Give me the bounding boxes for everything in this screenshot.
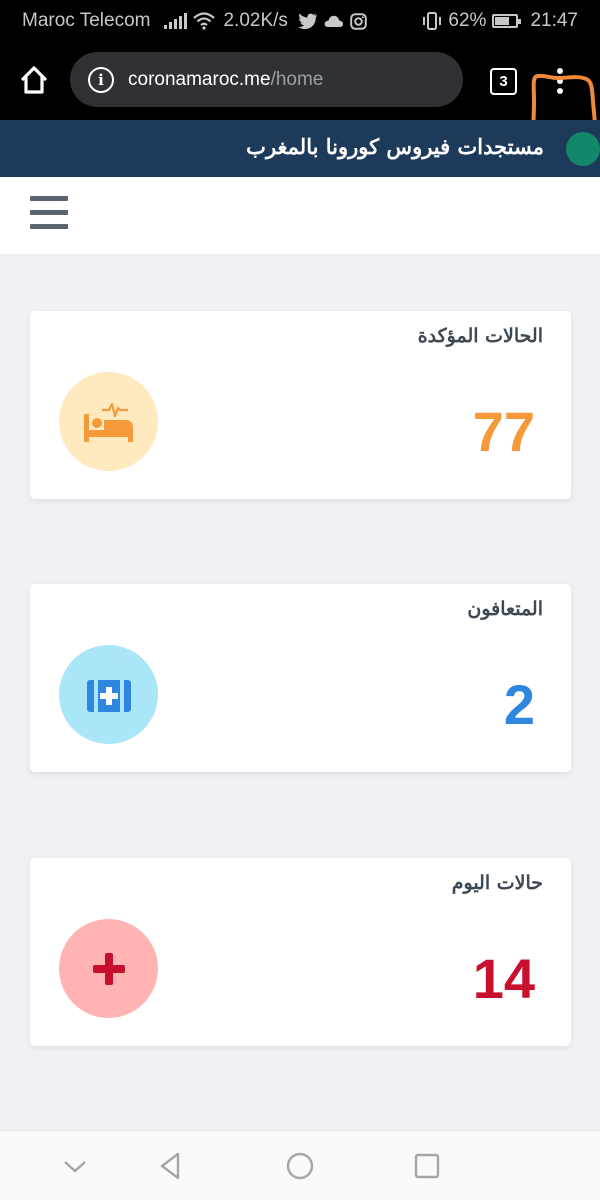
- battery-icon: [492, 14, 522, 28]
- cell-signal-icon: [164, 13, 188, 29]
- site-logo-dot: [566, 132, 600, 166]
- card-value: 77: [472, 400, 535, 463]
- clock: 21:47: [530, 10, 578, 31]
- home-circle-icon[interactable]: [283, 1149, 317, 1183]
- recents-square-icon[interactable]: [410, 1149, 444, 1183]
- browser-menu-icon[interactable]: [550, 64, 570, 98]
- plus-icon: [59, 919, 158, 1018]
- back-icon[interactable]: [154, 1149, 188, 1183]
- url-path: /home: [270, 68, 324, 90]
- hamburger-menu-icon[interactable]: [30, 196, 68, 229]
- tab-switcher-button[interactable]: 3: [490, 68, 517, 95]
- site-title: مستجدات فيروس كورونا بالمغرب: [246, 134, 544, 159]
- home-icon[interactable]: [18, 64, 50, 96]
- cloud-icon: [324, 15, 343, 27]
- card-label: الحالات المؤكدة: [417, 325, 543, 347]
- stat-card-confirmed: الحالات المؤكدة 77: [30, 311, 571, 499]
- twitter-icon: [297, 13, 317, 29]
- hospital-bed-icon: [59, 372, 158, 471]
- network-speed: 2.02K/s: [223, 10, 288, 31]
- instagram-icon: [350, 12, 367, 30]
- site-header: مستجدات فيروس كورونا بالمغرب: [0, 120, 600, 177]
- stat-card-recovered: المتعافون 2: [30, 584, 571, 772]
- vibrate-icon: [423, 12, 442, 30]
- site-info-icon[interactable]: i: [88, 66, 114, 93]
- system-nav-bar: [0, 1130, 600, 1200]
- battery-percent: 62%: [448, 10, 487, 31]
- carrier-name: Maroc Telecom: [22, 10, 151, 31]
- stat-card-today: حالات اليوم 14: [30, 858, 571, 1046]
- chevron-down-icon[interactable]: [58, 1149, 92, 1183]
- card-value: 2: [503, 673, 535, 736]
- card-label: حالات اليوم: [451, 872, 543, 894]
- url-host: coronamaroc.me: [128, 68, 271, 90]
- status-bar: Maroc Telecom 2.02K/s 62% 21:47: [0, 0, 600, 42]
- browser-toolbar: i coronamaroc.me/home 3: [0, 42, 600, 175]
- wifi-icon: [193, 12, 216, 30]
- card-value: 14: [472, 947, 535, 1010]
- nav-bar: [0, 177, 600, 254]
- address-bar[interactable]: i coronamaroc.me/home: [70, 52, 463, 107]
- medical-kit-icon: [59, 645, 158, 744]
- card-label: المتعافون: [467, 598, 543, 620]
